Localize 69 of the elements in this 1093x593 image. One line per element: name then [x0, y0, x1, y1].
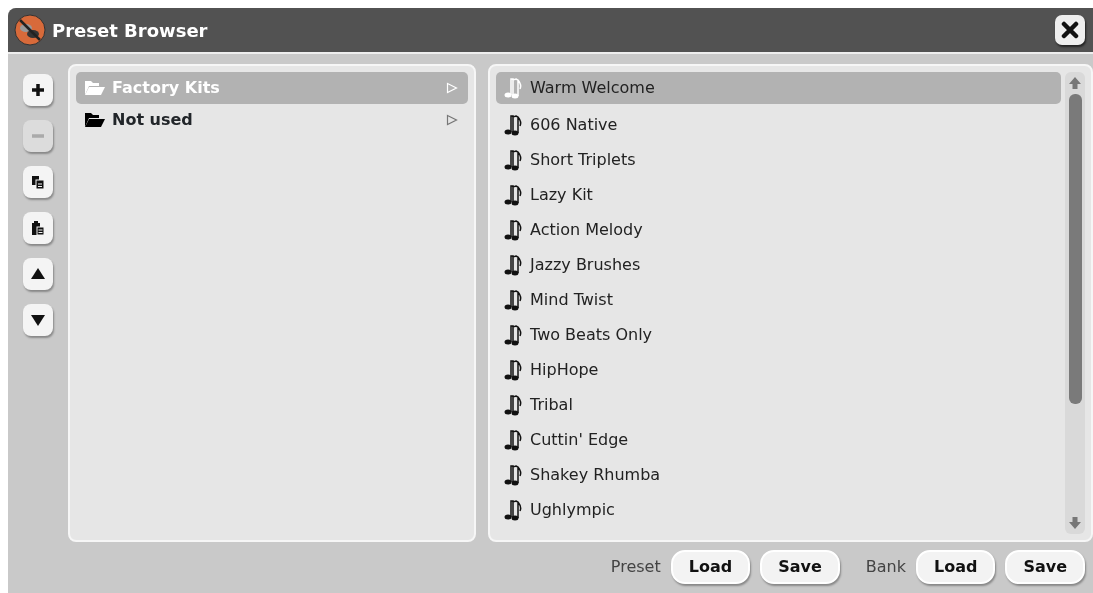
music-note-icon [504, 323, 524, 346]
group-label: Bank [865, 556, 906, 578]
up-triangle-button[interactable] [23, 258, 53, 290]
preset-item[interactable]: HipHope [496, 352, 1061, 387]
preset-label: 606 Native [530, 113, 618, 136]
save-button[interactable]: Save [760, 550, 840, 584]
scroll-thumb[interactable] [1068, 94, 1082, 404]
preset-label: Lazy Kit [530, 183, 593, 206]
music-note-icon [504, 77, 524, 99]
music-note-icon [504, 253, 524, 276]
up-triangle-icon [30, 266, 46, 282]
preset-label: HipHope [530, 358, 599, 381]
preset-label: Ughlympic [530, 498, 615, 521]
scroll-up-icon[interactable] [1069, 76, 1081, 90]
clipboard-button[interactable] [23, 212, 53, 244]
preset-label: Shakey Rhumba [530, 463, 661, 486]
window-title: Preset Browser [52, 18, 209, 43]
preset-label: Short Triplets [530, 148, 636, 171]
folder-label: Not used [112, 109, 194, 131]
preset-item[interactable]: Action Melody [496, 212, 1061, 247]
music-note-icon [504, 148, 524, 171]
preset-item[interactable]: Lazy Kit [496, 177, 1061, 212]
preset-item[interactable]: Warm Welcome [496, 72, 1061, 104]
folder-icon [84, 80, 106, 96]
preset-item[interactable]: Mind Twist [496, 282, 1061, 317]
down-triangle-icon [30, 312, 46, 328]
music-note-icon [504, 393, 524, 416]
preset-label: Cuttin' Edge [530, 428, 629, 451]
close-icon [1061, 21, 1079, 39]
load-button[interactable]: Load [670, 550, 751, 584]
copy-icon [30, 174, 46, 190]
group-label: Preset [610, 556, 661, 578]
save-button[interactable]: Save [1005, 550, 1085, 584]
music-note-icon [504, 183, 524, 206]
music-note-icon [504, 218, 524, 241]
preset-label: Mind Twist [530, 288, 613, 311]
close-button[interactable] [1055, 15, 1085, 45]
clipboard-icon [30, 220, 46, 236]
preset-label: Warm Welcome [530, 77, 655, 99]
preset-label: Two Beats Only [530, 323, 653, 346]
preset-item[interactable]: Ughlympic [496, 492, 1061, 527]
folder-icon [84, 112, 106, 128]
preset-item[interactable]: Two Beats Only [496, 317, 1061, 352]
down-triangle-button[interactable] [23, 304, 53, 336]
plus-icon [30, 82, 46, 98]
plus-button[interactable] [23, 74, 53, 106]
folder-label: Factory Kits [112, 77, 221, 99]
load-button[interactable]: Load [915, 550, 996, 584]
copy-button[interactable] [23, 166, 53, 198]
music-note-icon [504, 113, 524, 136]
preset-item[interactable]: Shakey Rhumba [496, 457, 1061, 492]
scrollbar[interactable] [1065, 72, 1085, 534]
preset-item[interactable]: Tribal [496, 387, 1061, 422]
app-logo-icon [14, 14, 46, 46]
preset-item[interactable]: 606 Native [496, 107, 1061, 142]
music-note-icon [504, 288, 524, 311]
expand-arrow-icon[interactable] [446, 114, 458, 126]
music-note-icon [504, 358, 524, 381]
preset-item[interactable]: Short Triplets [496, 142, 1061, 177]
scroll-down-icon[interactable] [1069, 516, 1081, 530]
music-note-icon [504, 428, 524, 451]
folder-item[interactable]: Not used [76, 104, 468, 136]
music-note-icon [504, 463, 524, 486]
music-note-icon [504, 498, 524, 521]
preset-label: Jazzy Brushes [530, 253, 641, 276]
preset-item[interactable]: Jazzy Brushes [496, 247, 1061, 282]
preset-label: Tribal [530, 393, 573, 416]
preset-label: Action Melody [530, 218, 643, 241]
preset-item[interactable]: Cuttin' Edge [496, 422, 1061, 457]
